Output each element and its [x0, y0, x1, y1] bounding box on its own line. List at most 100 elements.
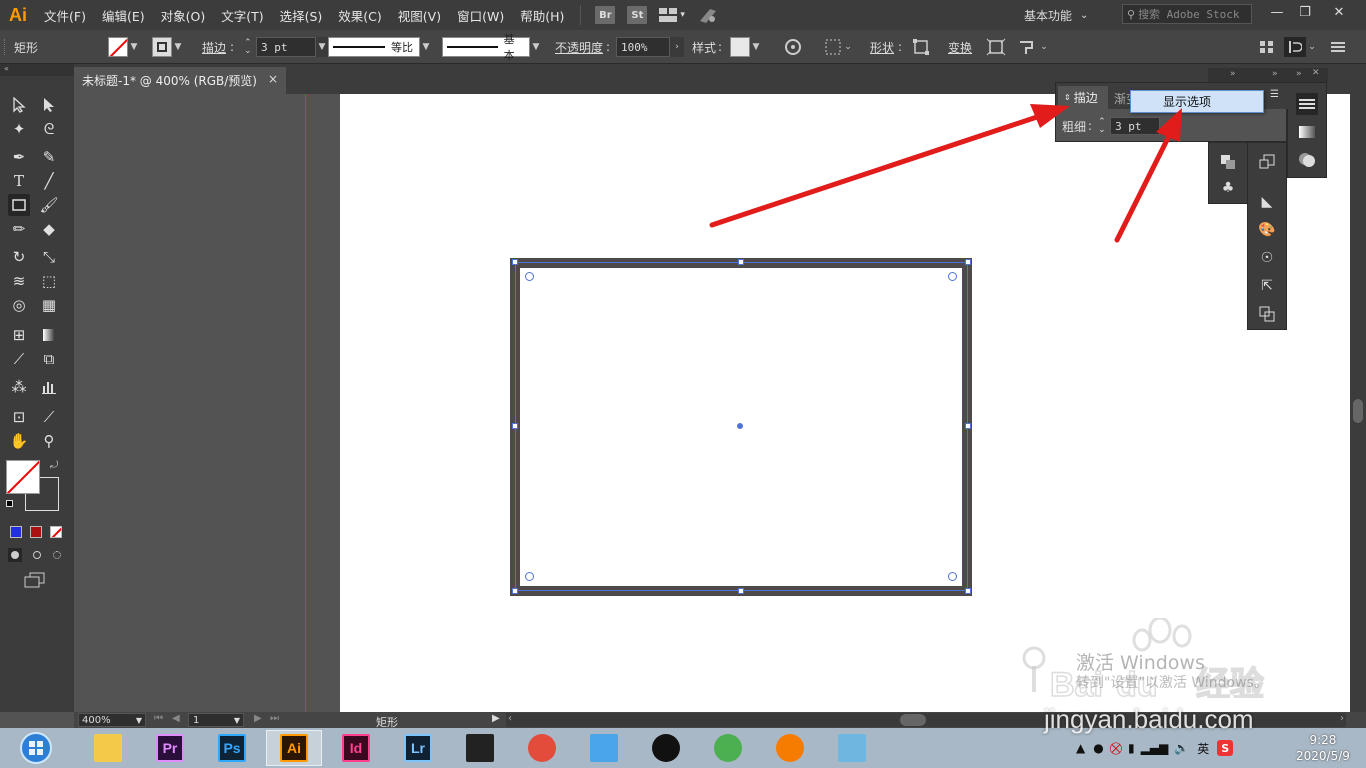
taskbar-app-explorer[interactable] [80, 730, 136, 766]
curvature-tool-icon[interactable]: ✎ [38, 146, 60, 168]
handle-top-middle[interactable] [738, 259, 744, 265]
menu-type[interactable]: 文字(T) [213, 6, 271, 25]
close-icon[interactable]: ✕ [1312, 68, 1320, 78]
handle-bottom-middle[interactable] [738, 588, 744, 594]
opacity-field-group[interactable]: 100% › [616, 37, 684, 57]
pencil-tool-icon[interactable]: ✏ [8, 218, 30, 240]
menu-select[interactable]: 选择(S) [272, 6, 331, 25]
scroll-left-icon[interactable]: ‹ [508, 713, 512, 724]
club-symbol-icon[interactable]: ♣ [1217, 177, 1239, 199]
eyedropper-tool-icon[interactable]: ⟋ [8, 348, 30, 370]
free-transform-tool-icon[interactable]: ⬚ [38, 270, 60, 292]
align-options-icon[interactable]: ⌄ [824, 37, 854, 57]
tab-stroke[interactable]: ⇕ 描边 [1058, 86, 1108, 109]
zoom-field[interactable]: 400% ▼ [78, 713, 146, 727]
taskbar-app-lightroom[interactable]: Lr [390, 730, 446, 766]
scale-tool-icon[interactable]: ⤡ [38, 246, 60, 268]
previous-artboard-icon[interactable]: ◀ [172, 713, 180, 724]
collapse-tools-icon[interactable]: « [0, 64, 74, 76]
fill-stroke-widget[interactable]: ⤾ [6, 460, 62, 511]
draw-inside-icon[interactable] [50, 548, 64, 562]
shape-builder-tool-icon[interactable]: ◎ [8, 294, 30, 316]
align-panel-icon[interactable] [1217, 151, 1239, 173]
shape-properties-icon[interactable] [912, 37, 930, 57]
taskbar-app-premiere[interactable]: Pr [142, 730, 198, 766]
menu-window[interactable]: 窗口(W) [449, 6, 512, 25]
stroke-weight-stepper[interactable]: ⌃ ⌄ 3 pt ▼ [244, 37, 328, 57]
scroll-right-icon[interactable]: › [1340, 713, 1344, 724]
menu-effect[interactable]: 效果(C) [330, 6, 389, 25]
brush-definition[interactable]: 基本 ▼ [442, 33, 542, 62]
perspective-grid-tool-icon[interactable]: ▦ [38, 294, 60, 316]
color-mode-gradient[interactable] [30, 526, 42, 538]
color-mode-color[interactable] [10, 526, 22, 538]
menu-file[interactable]: 文件(F) [36, 6, 94, 25]
swap-fill-stroke-icon[interactable]: ⤾ [50, 460, 58, 471]
artboards-icon[interactable] [1256, 151, 1278, 173]
taskbar-app-photoshop[interactable]: Ps [204, 730, 260, 766]
taskbar-app-cloud-app[interactable] [576, 730, 632, 766]
corner-widget-bottom-right[interactable] [948, 572, 957, 581]
gpu-performance-icon[interactable] [697, 6, 719, 24]
status-menu-arrow-icon[interactable]: ▶ [492, 713, 500, 724]
taskbar-app-qq[interactable] [638, 730, 694, 766]
taskbar-app-illustrator[interactable]: Ai [266, 730, 322, 766]
document-tab[interactable]: 未标题-1* @ 400% (RGB/预览) × [74, 67, 286, 94]
line-tool-icon[interactable]: ╱ [38, 170, 60, 192]
symbols-icon[interactable]: ☉ [1256, 247, 1278, 269]
screen-mode-icon[interactable] [24, 572, 46, 588]
width-tool-icon[interactable]: ≋ [8, 270, 30, 292]
slice-tool-icon[interactable]: ⟋ [38, 406, 60, 428]
network-tray-icon[interactable]: ▂▄▆ [1141, 741, 1169, 755]
brushes-icon[interactable]: ◣ [1256, 191, 1278, 213]
corner-widget-top-right[interactable] [948, 272, 957, 281]
pathfinder-icon[interactable] [1256, 303, 1278, 325]
system-clock[interactable]: 9:28 2020/5/9 [1296, 732, 1350, 764]
shape-label[interactable]: 形状 [870, 37, 894, 57]
bridge-button[interactable]: Br [595, 6, 616, 24]
swatches-palette-icon[interactable]: 🎨 [1256, 219, 1278, 241]
fill-box-none[interactable] [6, 460, 40, 494]
direct-selection-tool-icon[interactable] [38, 94, 60, 116]
transparency-icon[interactable] [1296, 149, 1318, 171]
scroll-thumb[interactable] [1353, 399, 1363, 423]
handle-bottom-left[interactable] [512, 588, 518, 594]
security-tray-icon[interactable]: ⛒ [1110, 741, 1122, 756]
taskbar-app-chrome[interactable] [700, 730, 756, 766]
zoom-tool-icon[interactable]: ⚲ [38, 430, 60, 452]
panel-menu-button[interactable]: ⌄ [1284, 37, 1318, 57]
taskbar-app-firefox[interactable] [762, 730, 818, 766]
menu-help[interactable]: 帮助(H) [512, 6, 572, 25]
rotate-tool-icon[interactable]: ↻ [8, 246, 30, 268]
stroke-swatch[interactable]: ▼ [152, 37, 184, 57]
taskbar-app-umbrella[interactable] [514, 730, 570, 766]
transform-label[interactable]: 变换 [948, 37, 972, 57]
menu-edit[interactable]: 编辑(E) [94, 6, 153, 25]
graphic-style-swatch[interactable]: ▼ [730, 37, 762, 57]
arrange-icon[interactable] [1258, 37, 1276, 57]
handle-bottom-right[interactable] [965, 588, 971, 594]
gradient-tool-icon[interactable] [38, 324, 60, 346]
stroke-label[interactable]: 描边 [202, 37, 226, 57]
artboard-tool-icon[interactable]: ⊡ [8, 406, 30, 428]
recolor-artwork-icon[interactable] [784, 37, 802, 57]
draw-behind-icon[interactable] [30, 548, 44, 562]
taskbar-app-video[interactable] [452, 730, 508, 766]
opacity-label[interactable]: 不透明度 [555, 37, 603, 57]
graph-tool-icon[interactable] [38, 376, 60, 398]
type-tool-icon[interactable]: T [8, 170, 30, 192]
color-mode-none[interactable] [50, 526, 62, 538]
default-fill-stroke-icon[interactable] [6, 500, 16, 510]
start-button[interactable] [14, 730, 58, 766]
isolate-icon[interactable] [986, 37, 1006, 57]
arrange-documents-icon[interactable]: ▾ [659, 8, 687, 22]
blend-tool-icon[interactable]: ⧉ [38, 348, 60, 370]
gradient-panel-icon[interactable] [1296, 121, 1318, 143]
taskbar-app-indesign[interactable]: Id [328, 730, 384, 766]
close-icon[interactable]: × [268, 72, 278, 86]
opacity-field[interactable]: 100% [616, 37, 670, 57]
stock-button[interactable]: St [627, 6, 648, 24]
expand-panels-icon[interactable]: » [1296, 69, 1302, 79]
hand-tool-icon[interactable]: ✋ [8, 430, 30, 452]
sogou-tray-icon[interactable]: S [1217, 740, 1234, 756]
